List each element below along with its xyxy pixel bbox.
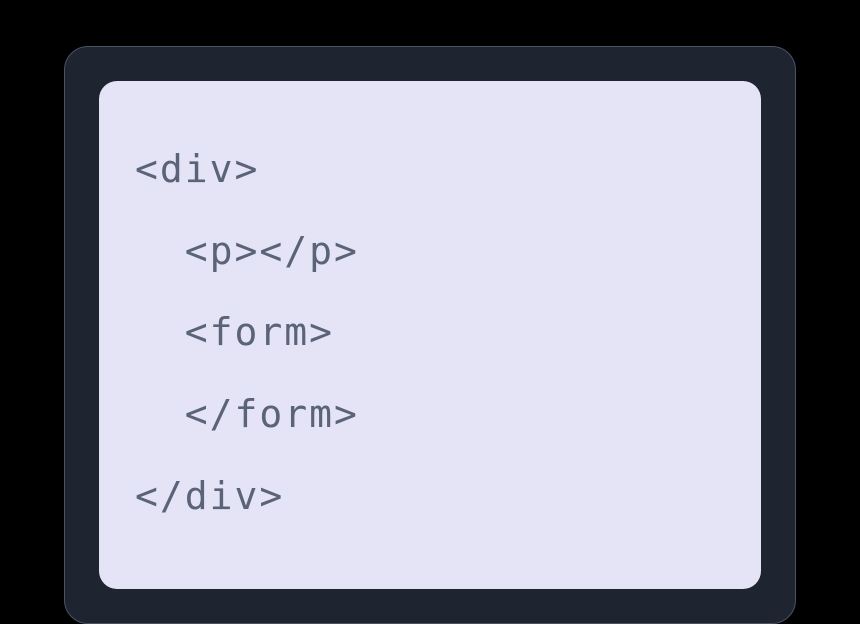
- code-line-1: <div>: [135, 129, 725, 211]
- code-block: <div> <p></p> <form> </form> </div>: [99, 81, 761, 589]
- code-line-2: <p></p>: [135, 211, 725, 293]
- code-line-4: </form>: [135, 374, 725, 456]
- code-line-3: <form>: [135, 292, 725, 374]
- code-line-5: </div>: [135, 456, 725, 538]
- code-container: <div> <p></p> <form> </form> </div>: [64, 46, 796, 624]
